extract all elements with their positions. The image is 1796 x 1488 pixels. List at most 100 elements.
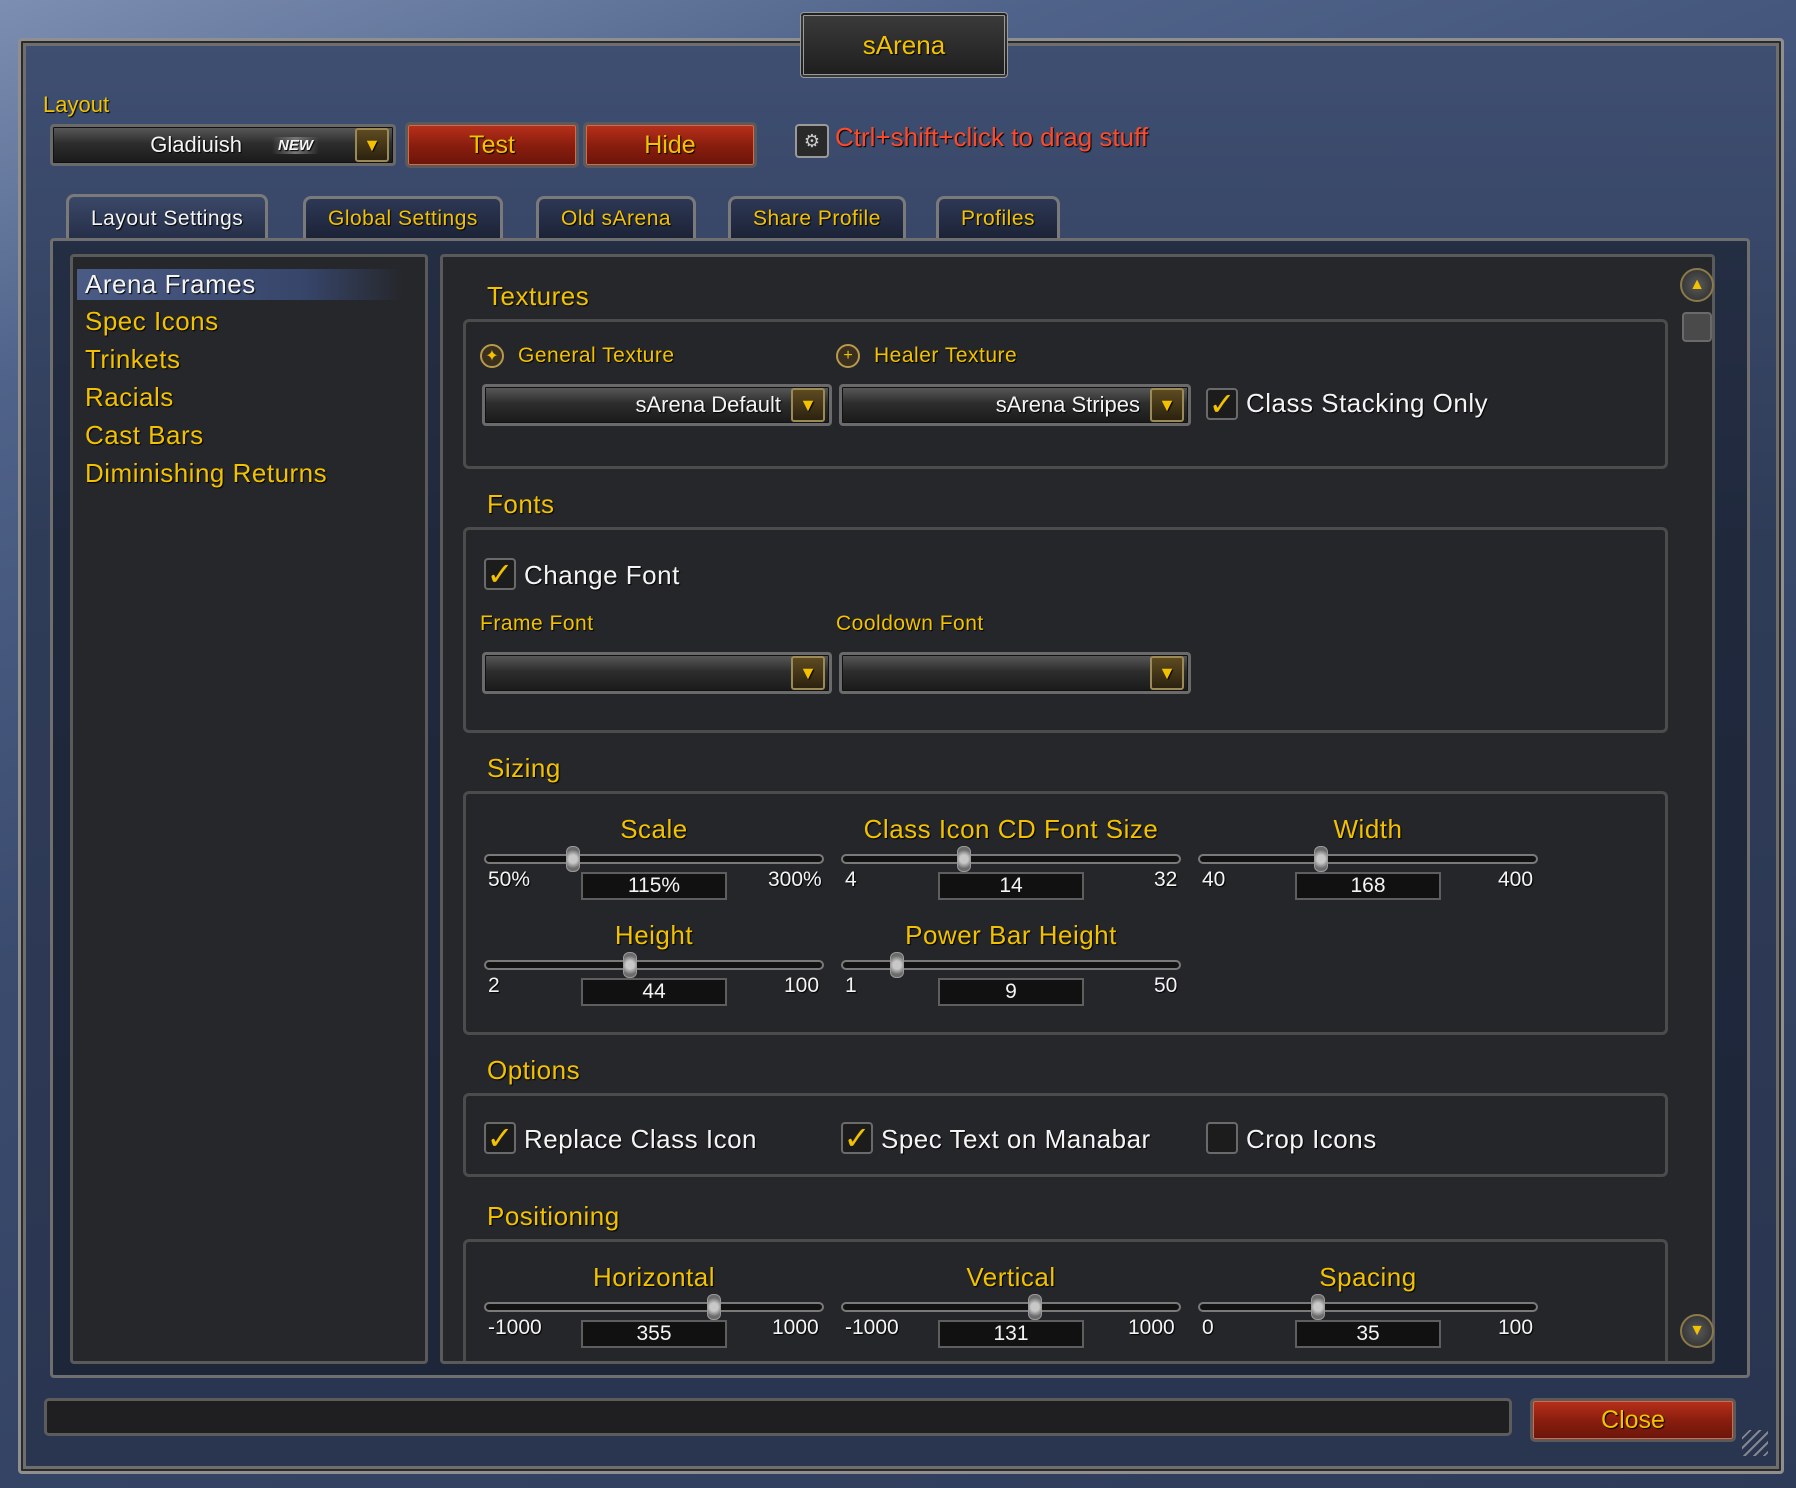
general-texture-label: General Texture — [518, 344, 675, 367]
class-icon-cd-font-max: 32 — [1154, 868, 1178, 891]
width-min: 40 — [1202, 868, 1226, 891]
tab-label: Old sArena — [561, 206, 672, 230]
horizontal-min: -1000 — [488, 1316, 542, 1339]
hide-button[interactable]: Hide — [583, 122, 757, 168]
sidebar-item-arena-frames[interactable]: Arena Frames — [77, 269, 403, 300]
slider-thumb[interactable] — [956, 846, 971, 872]
options-group: ✓ Replace Class Icon ✓ Spec Text on Mana… — [463, 1093, 1668, 1177]
healer-texture-dropdown[interactable]: sArena Stripes ▼ — [839, 384, 1191, 426]
status-bar — [44, 1398, 1512, 1436]
class-stacking-checkbox[interactable]: ✓ — [1206, 388, 1238, 420]
test-button[interactable]: Test — [405, 122, 579, 168]
cooldown-font-dropdown[interactable]: ▼ — [839, 652, 1191, 694]
height-max: 100 — [784, 974, 820, 997]
sidebar-item-racials[interactable]: Racials — [85, 382, 174, 413]
power-bar-height-label: Power Bar Height — [905, 920, 1117, 950]
healer-texture-value: sArena Stripes — [995, 392, 1140, 417]
resize-grip[interactable] — [1742, 1430, 1768, 1456]
sizing-title: Sizing — [487, 753, 561, 783]
tab-global-settings[interactable]: Global Settings — [303, 196, 503, 238]
layout-label: Layout — [43, 92, 110, 117]
textures-title: Textures — [487, 281, 590, 311]
horizontal-slider[interactable] — [484, 1294, 824, 1320]
power-bar-height-min: 1 — [845, 974, 857, 997]
fonts-title: Fonts — [487, 489, 555, 519]
dropdown-arrow-icon[interactable]: ▼ — [791, 656, 825, 690]
scroll-thumb[interactable] — [1682, 312, 1712, 342]
plus-icon: + — [836, 344, 860, 368]
checkmark-icon: ✓ — [486, 556, 514, 592]
slider-thumb[interactable] — [889, 952, 904, 978]
height-input[interactable]: 44 — [581, 978, 727, 1006]
settings-panel: Textures ✦ General Texture sArena Defaul… — [440, 254, 1715, 1364]
slider-thumb[interactable] — [1027, 1294, 1042, 1320]
tab-label: Profiles — [961, 206, 1036, 230]
frame-font-dropdown[interactable]: ▼ — [482, 652, 832, 694]
spec-text-on-manabar-label: Spec Text on Manabar — [881, 1124, 1151, 1154]
height-slider[interactable] — [484, 952, 824, 978]
spacing-max: 100 — [1498, 1316, 1534, 1339]
horizontal-input[interactable]: 355 — [581, 1320, 727, 1348]
dropdown-arrow-icon[interactable]: ▼ — [1150, 388, 1184, 422]
dropdown-arrow-icon[interactable]: ▼ — [1150, 656, 1184, 690]
frame-font-label: Frame Font — [480, 612, 594, 635]
width-slider[interactable] — [1198, 846, 1538, 872]
spacing-slider[interactable] — [1198, 1294, 1538, 1320]
sidebar-item-trinkets[interactable]: Trinkets — [85, 344, 181, 375]
checkmark-icon: ✓ — [486, 1120, 514, 1156]
tab-label: Layout Settings — [91, 206, 244, 230]
class-icon-cd-font-label: Class Icon CD Font Size — [863, 814, 1159, 844]
tab-label: Share Profile — [753, 206, 881, 230]
new-badge: NEW — [272, 136, 319, 154]
width-input[interactable]: 168 — [1295, 872, 1441, 900]
vertical-slider[interactable] — [841, 1294, 1181, 1320]
slider-thumb[interactable] — [1313, 846, 1328, 872]
class-icon-cd-font-input[interactable]: 14 — [938, 872, 1084, 900]
textures-group: ✦ General Texture sArena Default ▼ + Hea… — [463, 319, 1668, 469]
spacing-min: 0 — [1202, 1316, 1214, 1339]
checkmark-icon: ✓ — [843, 1120, 871, 1156]
class-icon-cd-font-slider[interactable] — [841, 846, 1181, 872]
scrollbar[interactable]: ▲ ▼ — [1680, 268, 1714, 1348]
tab-label: Global Settings — [328, 206, 478, 230]
width-label: Width — [1333, 814, 1403, 844]
replace-class-icon-checkbox[interactable]: ✓ — [484, 1122, 516, 1154]
positioning-title: Positioning — [487, 1201, 620, 1231]
sizing-group: Scale 50% 300% 115% Class Icon CD Font S… — [463, 791, 1668, 1035]
layout-dropdown[interactable]: Gladiuish NEW ▼ — [50, 124, 396, 166]
general-texture-value: sArena Default — [635, 392, 781, 417]
general-texture-dropdown[interactable]: sArena Default ▼ — [482, 384, 832, 426]
scale-input[interactable]: 115% — [581, 872, 727, 900]
tab-profiles[interactable]: Profiles — [936, 196, 1061, 238]
crop-icons-checkbox[interactable] — [1206, 1122, 1238, 1154]
sidebar: Arena Frames Spec Icons Trinkets Racials… — [70, 254, 428, 1364]
drag-hint: Ctrl+shift+click to drag stuff — [835, 122, 1149, 152]
slider-thumb[interactable] — [707, 1294, 722, 1320]
tab-layout-settings[interactable]: Layout Settings — [66, 194, 269, 240]
scroll-up-icon[interactable]: ▲ — [1680, 268, 1714, 302]
dropdown-arrow-icon[interactable]: ▼ — [791, 388, 825, 422]
spec-text-on-manabar-checkbox[interactable]: ✓ — [841, 1122, 873, 1154]
dropdown-arrow-icon[interactable]: ▼ — [355, 128, 389, 162]
slider-thumb[interactable] — [566, 846, 581, 872]
close-button[interactable]: Close — [1530, 1398, 1736, 1442]
slider-thumb[interactable] — [623, 952, 638, 978]
vertical-input[interactable]: 131 — [938, 1320, 1084, 1348]
tab-old-sarena[interactable]: Old sArena — [536, 196, 697, 238]
power-bar-height-slider[interactable] — [841, 952, 1181, 978]
slider-thumb[interactable] — [1310, 1294, 1325, 1320]
tab-share-profile[interactable]: Share Profile — [728, 196, 906, 238]
crop-icons-label: Crop Icons — [1246, 1124, 1377, 1154]
class-stacking-label: Class Stacking Only — [1246, 388, 1489, 418]
power-bar-height-input[interactable]: 9 — [938, 978, 1084, 1006]
sidebar-item-diminishing-returns[interactable]: Diminishing Returns — [85, 458, 327, 489]
spacing-input[interactable]: 35 — [1295, 1320, 1441, 1348]
scroll-down-icon[interactable]: ▼ — [1680, 1314, 1714, 1348]
change-font-checkbox[interactable]: ✓ — [484, 558, 516, 590]
sidebar-item-cast-bars[interactable]: Cast Bars — [85, 420, 204, 451]
scale-slider[interactable] — [484, 846, 824, 872]
sidebar-item-spec-icons[interactable]: Spec Icons — [85, 306, 219, 337]
fonts-group: ✓ Change Font Frame Font ▼ Cooldown Font… — [463, 527, 1668, 733]
positioning-group: Horizontal -1000 1000 355 Vertical -1000… — [463, 1239, 1668, 1361]
horizontal-max: 1000 — [772, 1316, 819, 1339]
